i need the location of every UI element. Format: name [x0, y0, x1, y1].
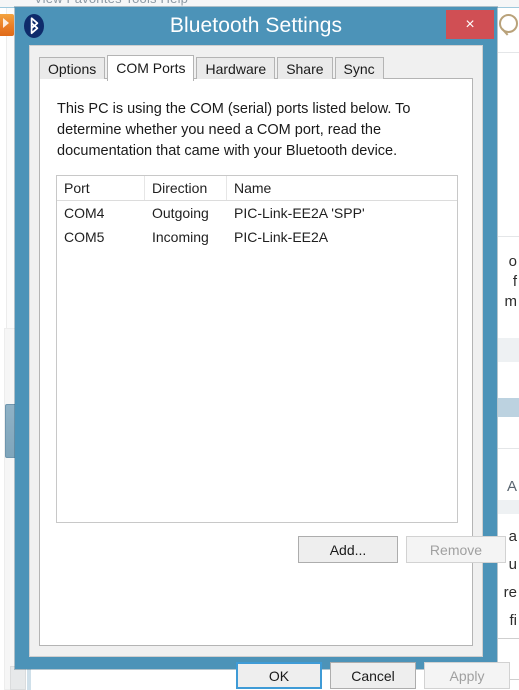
background-text-fragment: o — [508, 253, 517, 270]
background-right-divider-1 — [498, 52, 519, 53]
cell-name: PIC-Link-EE2A — [234, 229, 329, 245]
background-text-fragment: A — [506, 478, 517, 495]
com-ports-list[interactable]: Port Direction Name COM4 Outgoing PIC-Li… — [56, 175, 458, 523]
panel-description: This PC is using the COM (serial) ports … — [57, 101, 411, 159]
background-right-divider-2 — [498, 236, 519, 237]
background-text-fragment: fi — [509, 612, 518, 629]
dialog-titlebar[interactable]: Bluetooth Settings × — [15, 7, 497, 45]
tab-sync[interactable]: Sync — [334, 57, 384, 79]
bluetooth-settings-dialog: Bluetooth Settings × Options COM Ports H… — [15, 7, 510, 689]
com-ports-panel: This PC is using the COM (serial) ports … — [39, 78, 506, 646]
close-icon[interactable]: × — [446, 10, 494, 39]
tab-bar: Options COM Ports Hardware Share Sync — [39, 55, 386, 81]
background-right-band — [498, 338, 519, 362]
apply-button: Apply — [424, 662, 510, 689]
list-header-row: Port Direction Name — [57, 176, 457, 201]
cell-name: PIC-Link-EE2A 'SPP' — [234, 205, 365, 221]
add-button[interactable]: Add... — [298, 536, 398, 563]
cell-port: COM5 — [64, 229, 105, 245]
dialog-body: Options COM Ports Hardware Share Sync Th… — [29, 45, 510, 689]
background-menubar-text: View Favorites Tools Help — [34, 0, 188, 6]
app-icon — [0, 14, 14, 36]
column-header-direction[interactable]: Direction — [145, 176, 227, 200]
tab-options[interactable]: Options — [39, 57, 106, 79]
background-right-band-2 — [498, 500, 519, 514]
search-icon — [499, 14, 518, 33]
cell-port: COM4 — [64, 205, 105, 221]
background-bottom-fragment-2 — [27, 668, 31, 690]
column-header-port[interactable]: Port — [57, 176, 145, 200]
cell-direction: Outgoing — [152, 205, 209, 221]
ok-button[interactable]: OK — [236, 662, 322, 689]
background-right-divider-3 — [498, 448, 519, 449]
background-right-selected-row — [498, 398, 519, 417]
background-text-fragment: u — [508, 556, 517, 573]
background-text-fragment: re — [503, 584, 517, 601]
tab-hardware[interactable]: Hardware — [196, 57, 276, 79]
table-row[interactable]: COM5 Incoming PIC-Link-EE2A — [57, 225, 457, 249]
background-right-window: o f m A a u re fi — [498, 8, 519, 690]
page-title: Bluetooth Settings — [169, 14, 343, 37]
background-text-fragment: f — [512, 273, 517, 290]
tab-com-ports[interactable]: COM Ports — [107, 55, 195, 81]
tab-share[interactable]: Share — [277, 57, 333, 79]
table-row[interactable]: COM4 Outgoing PIC-Link-EE2A 'SPP' — [57, 201, 457, 225]
remove-button: Remove — [406, 536, 506, 563]
background-text-fragment: m — [504, 293, 518, 310]
background-text-fragment: a — [508, 528, 517, 545]
cancel-button[interactable]: Cancel — [330, 662, 416, 689]
cell-direction: Incoming — [152, 229, 209, 245]
background-bottom-fragment — [10, 666, 26, 690]
column-header-name[interactable]: Name — [227, 176, 457, 200]
